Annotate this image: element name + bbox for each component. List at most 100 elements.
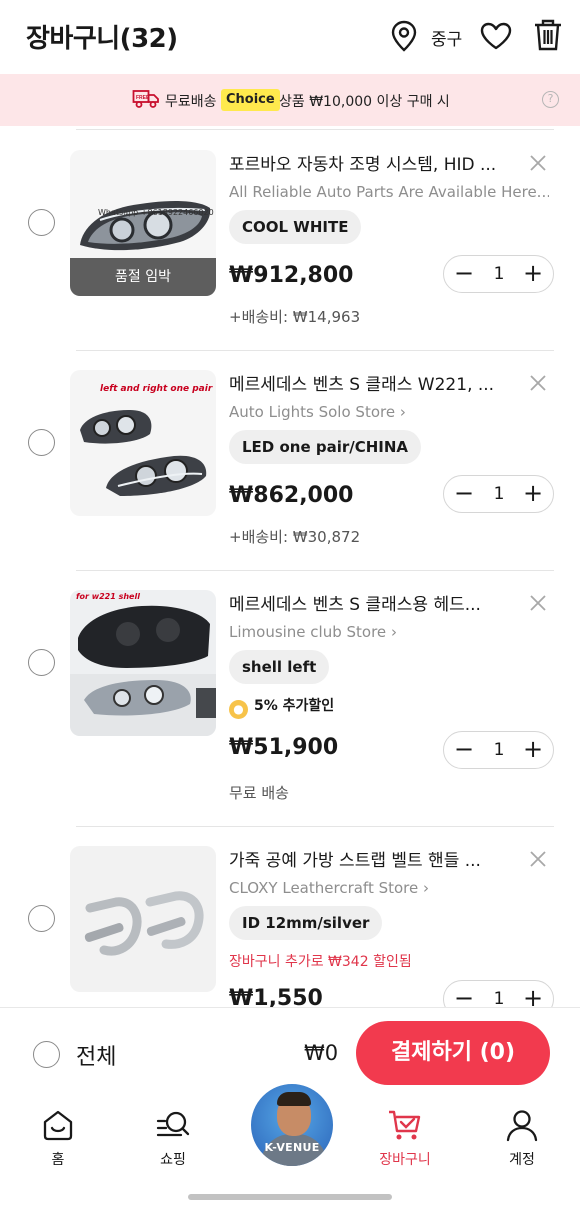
increase-button[interactable]: + xyxy=(515,476,551,512)
product-price: ₩912,800 xyxy=(229,263,354,288)
sku-chip[interactable]: COOL WHITE xyxy=(229,210,362,244)
free-shipping-text: 무료배송 xyxy=(165,94,217,110)
tab-shopping[interactable]: 쇼핑 xyxy=(133,1107,213,1169)
location-pin-icon[interactable] xyxy=(390,20,418,52)
help-icon[interactable]: ? xyxy=(542,91,559,108)
quantity-value[interactable]: 1 xyxy=(480,981,518,1007)
product-name[interactable]: 포르바오 자동차 조명 시스템, HID ... xyxy=(229,150,509,175)
increase-button[interactable]: + xyxy=(515,981,551,1007)
decrease-button[interactable]: − xyxy=(446,981,482,1007)
store-link[interactable]: CLOXY Leathercraft Store › xyxy=(229,879,549,897)
store-name: CLOXY Leathercraft Store xyxy=(229,879,419,897)
sku-chip[interactable]: shell left xyxy=(229,650,330,684)
extra-discount: ● 5% 추가할인 xyxy=(229,695,334,719)
divider xyxy=(76,350,554,351)
quantity-value[interactable]: 1 xyxy=(480,476,518,512)
k-venue-avatar-hair xyxy=(277,1092,311,1106)
product-name[interactable]: 메르세데스 벤츠 S 클래스용 헤드... xyxy=(229,590,509,615)
product-image[interactable]: left and right one pair xyxy=(70,370,216,516)
tab-cart[interactable]: 장바구니 xyxy=(365,1107,445,1169)
product-image[interactable]: for w221 shell xyxy=(70,590,216,736)
store-name: All Reliable Auto Parts Are Available He… xyxy=(229,183,549,201)
store-link[interactable]: All Reliable Auto Parts Are Available He… xyxy=(229,183,549,201)
close-icon[interactable] xyxy=(528,373,548,393)
quantity-stepper: − 1 + xyxy=(443,255,554,293)
discount-text: 5% 추가할인 xyxy=(254,698,335,714)
close-icon[interactable] xyxy=(528,593,548,613)
k-venue-label: K-VENUE xyxy=(264,1141,320,1154)
quantity-stepper: − 1 + xyxy=(443,980,554,1007)
select-all-checkbox[interactable] xyxy=(33,1041,60,1068)
store-name: Auto Lights Solo Store xyxy=(229,403,396,421)
page-title: 장바구니(32) xyxy=(26,24,178,54)
increase-button[interactable]: + xyxy=(515,256,551,292)
cart-item-list[interactable]: Whatsapp +8618922466020 품절 임박 포르바오 자동차 조… xyxy=(0,126,580,1007)
quantity-stepper: − 1 + xyxy=(443,475,554,513)
free-shipping-condition: 상품 ₩10,000 이상 구매 시 xyxy=(279,94,450,110)
quantity-value[interactable]: 1 xyxy=(480,256,518,292)
chevron-right-icon: › xyxy=(399,403,406,421)
item-select-checkbox[interactable] xyxy=(28,905,55,932)
sku-chip[interactable]: ID 12mm/silver xyxy=(229,906,383,940)
image-caption: left and right one pair xyxy=(100,384,213,394)
product-image[interactable] xyxy=(70,846,216,992)
chevron-right-icon: › xyxy=(390,623,397,641)
store-name: Limousine club Store xyxy=(229,623,387,641)
sku-chip[interactable]: LED one pair/CHINA xyxy=(229,430,422,464)
decrease-button[interactable]: − xyxy=(446,732,482,768)
shipping-fee: +배송비: ₩14,963 xyxy=(229,308,361,326)
cart-discount-note: 장바구니 추가로 ₩342 할인됨 xyxy=(229,954,412,970)
store-link[interactable]: Auto Lights Solo Store › xyxy=(229,403,549,421)
increase-button[interactable]: + xyxy=(515,732,551,768)
quantity-value[interactable]: 1 xyxy=(480,732,518,768)
tab-label: 쇼핑 xyxy=(160,1152,186,1168)
close-icon[interactable] xyxy=(528,153,548,173)
quantity-stepper: − 1 + xyxy=(443,731,554,769)
product-name[interactable]: 가죽 공예 가방 스트랩 벨트 핸들 ... xyxy=(229,846,509,871)
chevron-right-icon: › xyxy=(423,879,430,897)
tab-label: 홈 xyxy=(51,1152,65,1168)
product-image[interactable]: Whatsapp +8618922466020 품절 임박 xyxy=(70,150,216,296)
image-caption: for w221 shell xyxy=(76,592,140,601)
item-select-checkbox[interactable] xyxy=(28,429,55,456)
tab-home[interactable]: 홈 xyxy=(18,1107,98,1169)
home-indicator[interactable] xyxy=(188,1194,392,1200)
decrease-button[interactable]: − xyxy=(446,256,482,292)
tab-label: 장바구니 xyxy=(379,1152,431,1168)
shipping-fee: +배송비: ₩30,872 xyxy=(229,528,361,546)
tab-account[interactable]: 계정 xyxy=(482,1107,562,1169)
home-icon xyxy=(43,1110,73,1141)
k-venue-badge[interactable]: K-VENUE xyxy=(249,1082,335,1168)
tab-label: 계정 xyxy=(509,1152,535,1168)
free-shipping-truck-icon: FREE xyxy=(132,90,159,108)
choice-badge: Choice xyxy=(221,89,280,111)
total-price: ₩0 xyxy=(304,1041,339,1065)
svg-text:FREE: FREE xyxy=(136,95,150,101)
product-price: ₩1,550 xyxy=(229,986,323,1007)
divider xyxy=(76,129,554,130)
product-name[interactable]: 메르세데스 벤츠 S 클래스 W221, ... xyxy=(229,370,509,395)
item-select-checkbox[interactable] xyxy=(28,649,55,676)
free-shipping-banner[interactable]: FREE 무료배송 Choice 상품 ₩10,000 이상 구매 시 ? xyxy=(0,74,580,126)
product-price: ₩862,000 xyxy=(229,483,354,508)
heart-icon[interactable] xyxy=(479,21,513,51)
headlight-shell-image xyxy=(70,605,216,736)
header: 장바구니(32) 중구 xyxy=(0,0,580,74)
item-select-checkbox[interactable] xyxy=(28,209,55,236)
shopping-search-icon xyxy=(156,1111,190,1137)
low-stock-badge: 품절 임박 xyxy=(70,258,216,296)
close-icon[interactable] xyxy=(528,849,548,869)
shipping-fee: 무료 배송 xyxy=(229,784,289,802)
product-price: ₩51,900 xyxy=(229,735,339,760)
divider xyxy=(76,570,554,571)
divider xyxy=(76,826,554,827)
location-label[interactable]: 중구 xyxy=(431,25,462,50)
checkout-button[interactable]: 결제하기 (0) xyxy=(356,1021,550,1085)
account-icon xyxy=(506,1110,538,1142)
trash-icon[interactable] xyxy=(532,18,564,52)
image-watermark: Whatsapp +8618922466020 xyxy=(98,208,214,217)
select-all-label[interactable]: 전체 xyxy=(76,1039,116,1071)
decrease-button[interactable]: − xyxy=(446,476,482,512)
store-link[interactable]: Limousine club Store › xyxy=(229,623,549,641)
cart-icon xyxy=(389,1110,421,1140)
